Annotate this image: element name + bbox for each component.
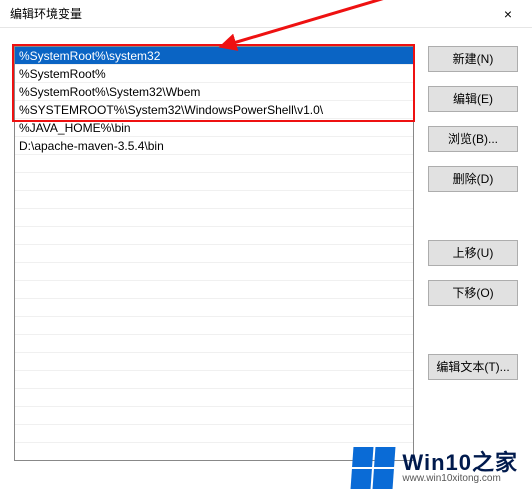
empty-rows bbox=[15, 155, 413, 461]
content-area: %SystemRoot%\system32 %SystemRoot% %Syst… bbox=[0, 28, 532, 471]
list-item[interactable]: %SYSTEMROOT%\System32\WindowsPowerShell\… bbox=[15, 101, 413, 119]
list-item-empty[interactable] bbox=[15, 173, 413, 191]
edit-text-button[interactable]: 编辑文本(T)... bbox=[428, 354, 518, 380]
list-item[interactable]: %SystemRoot%\system32 bbox=[15, 47, 413, 65]
list-item-empty[interactable] bbox=[15, 263, 413, 281]
list-item-empty[interactable] bbox=[15, 353, 413, 371]
window-title: 编辑环境变量 bbox=[10, 5, 488, 22]
list-item-empty[interactable] bbox=[15, 281, 413, 299]
list-item-empty[interactable] bbox=[15, 443, 413, 461]
path-listbox[interactable]: %SystemRoot%\system32 %SystemRoot% %Syst… bbox=[14, 46, 414, 461]
list-item-empty[interactable] bbox=[15, 209, 413, 227]
button-sidebar: 新建(N) 编辑(E) 浏览(B)... 删除(D) 上移(U) 下移(O) 编… bbox=[428, 46, 518, 461]
titlebar: 编辑环境变量 × bbox=[0, 0, 532, 28]
move-up-button[interactable]: 上移(U) bbox=[428, 240, 518, 266]
edit-button[interactable]: 编辑(E) bbox=[428, 86, 518, 112]
list-item[interactable]: %SystemRoot% bbox=[15, 65, 413, 83]
list-item-empty[interactable] bbox=[15, 227, 413, 245]
list-item[interactable]: %SystemRoot%\System32\Wbem bbox=[15, 83, 413, 101]
list-item-empty[interactable] bbox=[15, 245, 413, 263]
list-item[interactable]: D:\apache-maven-3.5.4\bin bbox=[15, 137, 413, 155]
list-item-empty[interactable] bbox=[15, 299, 413, 317]
new-button[interactable]: 新建(N) bbox=[428, 46, 518, 72]
list-item[interactable]: %JAVA_HOME%\bin bbox=[15, 119, 413, 137]
list-item-empty[interactable] bbox=[15, 155, 413, 173]
browse-button[interactable]: 浏览(B)... bbox=[428, 126, 518, 152]
list-item-empty[interactable] bbox=[15, 407, 413, 425]
watermark-url: www.win10xitong.com bbox=[402, 474, 518, 485]
list-item-empty[interactable] bbox=[15, 317, 413, 335]
move-down-button[interactable]: 下移(O) bbox=[428, 280, 518, 306]
close-icon: × bbox=[504, 6, 512, 22]
list-item-empty[interactable] bbox=[15, 191, 413, 209]
close-button[interactable]: × bbox=[488, 0, 528, 28]
list-item-empty[interactable] bbox=[15, 389, 413, 407]
list-item-empty[interactable] bbox=[15, 335, 413, 353]
list-item-empty[interactable] bbox=[15, 371, 413, 389]
delete-button[interactable]: 删除(D) bbox=[428, 166, 518, 192]
list-item-empty[interactable] bbox=[15, 425, 413, 443]
